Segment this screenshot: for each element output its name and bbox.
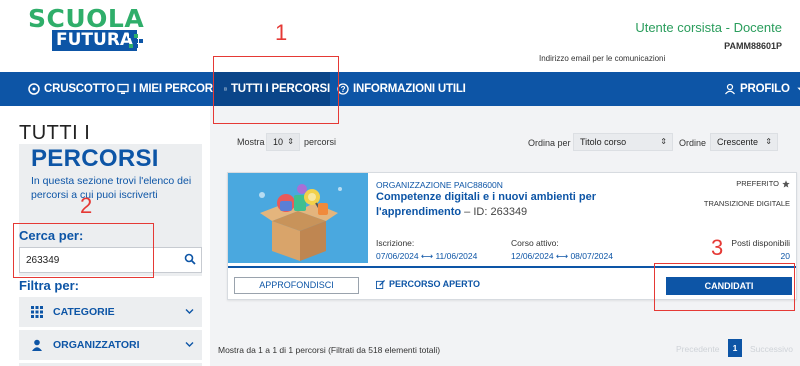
pagination-prev[interactable]: Precedente xyxy=(676,344,719,354)
course-image xyxy=(228,173,368,263)
show-label: Mostra xyxy=(237,137,265,147)
order-label: Ordine xyxy=(679,138,707,148)
favorite-label: PREFERITO xyxy=(736,179,779,188)
title-box: PERCORSI In questa sezione trovi l'elenc… xyxy=(19,144,202,232)
annotation-box-1 xyxy=(213,56,339,124)
show-suffix: percorsi xyxy=(304,137,337,147)
page: SCUOLA FUTURA Utente corsista - Docente … xyxy=(0,0,800,366)
annotation-number-2: 2 xyxy=(80,193,93,218)
profile-label: PROFILO xyxy=(740,83,790,95)
filter-categorie[interactable]: CATEGORIE xyxy=(19,297,202,327)
logo[interactable]: SCUOLA FUTURA xyxy=(28,6,144,52)
order-select-value: Crescente xyxy=(717,137,759,147)
dashboard-icon xyxy=(28,83,40,95)
monitor-icon xyxy=(117,83,129,94)
annotation-number-1: 1 xyxy=(275,20,288,45)
nav-label: INFORMAZIONI UTILI xyxy=(353,83,466,95)
course-title[interactable]: Competenze digitali e i nuovi ambienti p… xyxy=(376,190,616,220)
page-description: In questa sezione trovi l'elenco dei per… xyxy=(31,175,192,201)
enrollment-dates: 07/06/2024 ⟷ 11/06/2024 xyxy=(376,251,478,261)
seats-label: Posti disponibili xyxy=(731,238,790,248)
active-label: Corso attivo: xyxy=(511,238,559,248)
annotation-box-2 xyxy=(13,223,154,278)
course-area: TRANSIZIONE DIGITALE xyxy=(703,199,790,208)
annotation-box-3 xyxy=(654,263,795,311)
main-navbar: CRUSCOTTO I MIEI PERCORSI TUTTI I PERCOR… xyxy=(0,72,800,106)
star-icon xyxy=(782,179,790,188)
filter-label: Filtra per: xyxy=(19,278,79,293)
favorite-toggle[interactable]: PREFERITO xyxy=(736,179,790,188)
filter-label-organizzatori: ORGANIZZATORI xyxy=(53,339,140,351)
filter-label-categorie: CATEGORIE xyxy=(53,306,115,318)
active-dates: 12/06/2024 ⟷ 08/07/2024 xyxy=(511,251,613,261)
select-arrows-icon: ⇕ xyxy=(660,137,667,146)
chevron-down-icon xyxy=(185,342,194,347)
edit-icon xyxy=(376,279,385,289)
nav-item-informazioni-utili[interactable]: ? INFORMAZIONI UTILI xyxy=(337,72,466,106)
chevron-down-icon xyxy=(185,309,194,314)
pagination-page[interactable]: 1 xyxy=(728,339,742,357)
enrollment-label: Iscrizione: xyxy=(376,238,415,248)
user-role: Utente corsista - Docente xyxy=(635,20,782,35)
select-arrows-icon: ⇕ xyxy=(765,137,772,146)
logo-text-bottom: FUTURA xyxy=(52,30,138,51)
course-status: PERCORSO APERTO xyxy=(376,279,480,289)
page-title: PERCORSI xyxy=(31,145,159,172)
search-icon[interactable] xyxy=(184,253,196,265)
approfondisci-button[interactable]: APPROFONDISCI xyxy=(234,277,359,294)
filter-organizzatori[interactable]: ORGANIZZATORI xyxy=(19,330,202,360)
profile-menu[interactable]: PROFILO xyxy=(724,72,800,106)
logo-text-top: SCUOLA xyxy=(28,4,145,33)
grid-icon xyxy=(31,306,43,318)
course-status-label: PERCORSO APERTO xyxy=(389,279,481,289)
results-summary: Mostra da 1 a 1 di 1 percorsi (Filtrati … xyxy=(218,345,441,355)
show-select[interactable]: 10 ⇕ xyxy=(266,133,300,151)
user-code: PAMM88601P xyxy=(724,41,782,51)
annotation-number-3: 3 xyxy=(711,235,724,260)
nav-label: I MIEI PERCORSI xyxy=(133,83,224,95)
user-icon xyxy=(725,83,735,95)
sort-select-value: Titolo corso xyxy=(580,137,627,147)
user-icon xyxy=(32,339,42,351)
order-select[interactable]: Crescente ⇕ xyxy=(710,133,778,151)
pagination-next[interactable]: Successivo xyxy=(750,344,793,354)
logo-dots-icon xyxy=(129,34,143,48)
svg-text:?: ? xyxy=(341,85,346,94)
select-arrows-icon: ⇕ xyxy=(287,137,294,146)
caret-down-icon xyxy=(797,87,800,91)
email-notice[interactable]: Indirizzo email per le comunicazioni xyxy=(539,54,665,63)
show-select-value: 10 xyxy=(273,137,284,147)
open-box-illustration-icon xyxy=(228,173,368,263)
page-title-prefix: TUTTI I xyxy=(19,122,91,144)
nav-item-cruscotto[interactable]: CRUSCOTTO xyxy=(28,72,115,106)
nav-item-i-miei-percorsi[interactable]: I MIEI PERCORSI xyxy=(117,72,223,106)
course-organization: ORGANIZZAZIONE PAIC88600N xyxy=(376,180,503,190)
nav-label: CRUSCOTTO xyxy=(44,83,115,95)
sort-select[interactable]: Titolo corso ⇕ xyxy=(573,133,673,151)
header: SCUOLA FUTURA Utente corsista - Docente … xyxy=(0,0,800,72)
sort-label: Ordina per xyxy=(528,138,571,148)
course-id: – ID: 263349 xyxy=(461,206,528,218)
seats-value: 20 xyxy=(780,251,790,261)
